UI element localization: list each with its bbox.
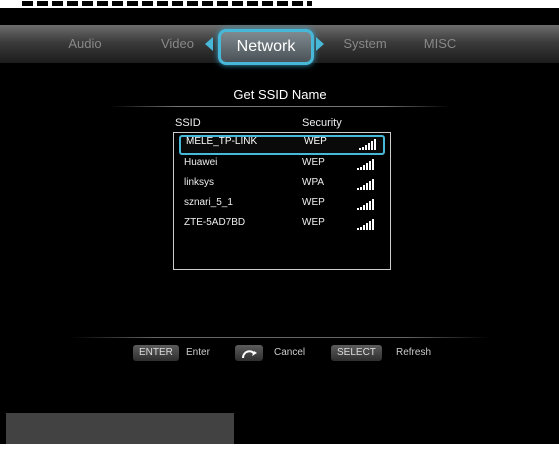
tab-network[interactable]: Network [218,29,314,65]
signal-strength-icon [357,159,374,170]
security-type: WEP [304,136,327,147]
tab-audio[interactable]: Audio [50,25,120,63]
bottom-border [0,444,559,451]
signal-strength-icon [357,219,374,230]
enter-label: Enter [186,347,210,358]
security-type: WEP [302,217,325,228]
tab-video[interactable]: Video [145,25,210,63]
list-item[interactable]: sznari_5_1 WEP [174,193,390,213]
left-arrow-icon[interactable] [205,37,213,51]
right-arrow-icon[interactable] [316,37,324,51]
tab-system[interactable]: System [330,25,400,63]
footer-divider [70,337,490,338]
list-item[interactable]: Huawei WEP [174,153,390,173]
page-title: Get SSID Name [233,87,327,102]
ssid-name: Huawei [184,157,218,168]
top-dashes [22,1,312,6]
ssid-list: MELE_TP-LINK WEP Huawei WEP linksys WPA … [173,132,391,270]
select-key-button[interactable]: SELECT [331,345,382,361]
back-key-button[interactable] [235,345,263,361]
refresh-label: Refresh [396,347,432,358]
ssid-name: MELE_TP-LINK [186,136,258,147]
back-arrow-icon [242,350,257,359]
ssid-name: sznari_5_1 [184,197,233,208]
signal-strength-icon [357,179,374,190]
list-item[interactable]: MELE_TP-LINK WEP [179,135,385,155]
cancel-label: Cancel [274,347,306,358]
signal-strength-icon [357,199,374,210]
title-divider [110,106,450,107]
ssid-name: ZTE-5AD7BD [184,217,246,228]
list-item[interactable]: linksys WPA [174,173,390,193]
signal-strength-icon [359,139,376,150]
column-header-security: Security [302,117,342,129]
enter-key-button[interactable]: ENTER [133,345,179,361]
security-type: WPA [302,177,325,188]
bottom-bar [6,413,234,444]
security-type: WEP [302,157,325,168]
list-item[interactable]: ZTE-5AD7BD WEP [174,213,390,233]
tab-misc[interactable]: MISC [410,25,470,63]
screen: Audio Video System MISC Network Get SSID… [0,0,559,451]
security-type: WEP [302,197,325,208]
column-header-ssid: SSID [175,117,201,129]
ssid-name: linksys [184,177,215,188]
